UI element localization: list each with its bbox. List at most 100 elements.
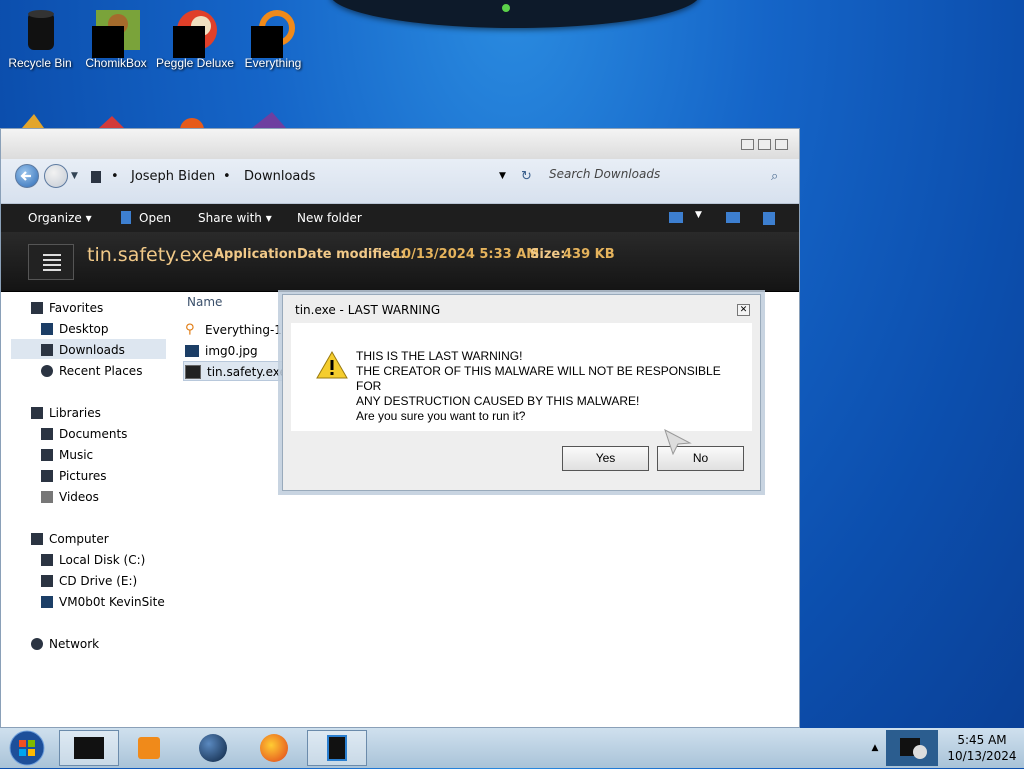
file-row[interactable]: tin.safety.exe bbox=[185, 363, 287, 381]
yes-button[interactable]: Yes bbox=[562, 446, 649, 471]
details-pane: tin.safety.exe Application Date modified… bbox=[1, 232, 799, 292]
clock-date: 10/13/2024 bbox=[947, 749, 1017, 763]
nav-favorites[interactable]: Favorites bbox=[31, 299, 103, 317]
back-button[interactable] bbox=[15, 164, 39, 188]
desktop-icon-label: Recycle Bin bbox=[8, 56, 72, 70]
address-bar: ▼ • Joseph Biden • Downloads ▼ ↻ Search … bbox=[1, 159, 799, 204]
hard-disk-icon bbox=[41, 554, 53, 566]
chomikbox-icon bbox=[92, 6, 140, 58]
column-header-name[interactable]: Name bbox=[187, 295, 222, 309]
peggle-icon bbox=[171, 6, 219, 58]
back-arrow-icon bbox=[20, 171, 31, 181]
preview-pane-icon[interactable] bbox=[726, 212, 740, 223]
app-window-icon bbox=[327, 735, 347, 761]
search-icon[interactable]: ⌕ bbox=[771, 169, 778, 184]
desktop-icon-recycle-bin[interactable]: Recycle Bin bbox=[0, 0, 80, 70]
taskbar-media-player[interactable] bbox=[121, 730, 177, 766]
nav-local-disk[interactable]: Local Disk (C:) bbox=[41, 551, 145, 569]
dialog-message-line: ANY DESTRUCTION CAUSED BY THIS MALWARE! bbox=[356, 394, 640, 408]
view-options-icon[interactable] bbox=[669, 212, 683, 223]
desktop-icons-row-2 bbox=[14, 110, 314, 142]
warning-icon bbox=[316, 351, 348, 379]
search-input[interactable]: Search Downloads bbox=[549, 167, 789, 187]
details-filename: tin.safety.exe bbox=[87, 244, 214, 266]
address-dropdown-icon[interactable]: ▼ bbox=[499, 171, 506, 181]
maximize-button[interactable] bbox=[758, 139, 771, 150]
show-hidden-icons[interactable]: ▲ bbox=[865, 728, 885, 768]
warning-dialog: tin.exe - LAST WARNING ✕ THIS IS THE LAS… bbox=[282, 294, 761, 491]
share-with-button[interactable]: Share with ▾ bbox=[198, 211, 272, 225]
desktop-icon-peggle[interactable]: Peggle Deluxe bbox=[155, 0, 235, 70]
details-size-value: 439 KB bbox=[563, 247, 615, 262]
nav-videos[interactable]: Videos bbox=[41, 488, 99, 506]
status-led bbox=[502, 4, 510, 12]
nav-downloads[interactable]: Downloads bbox=[41, 341, 125, 359]
nav-recent-places[interactable]: Recent Places bbox=[41, 362, 142, 380]
pictures-icon bbox=[41, 470, 53, 482]
desktop-icon-label: ChomikBox bbox=[85, 56, 147, 70]
breadcrumb-separator: • bbox=[111, 169, 119, 184]
dialog-message-line: THIS IS THE LAST WARNING! bbox=[356, 349, 523, 363]
start-button[interactable] bbox=[0, 730, 54, 766]
taskbar-explorer[interactable] bbox=[59, 730, 119, 766]
windows-logo-icon bbox=[9, 730, 45, 766]
new-folder-button[interactable]: New folder bbox=[297, 211, 362, 225]
nav-libraries[interactable]: Libraries bbox=[31, 404, 101, 422]
top-gadget-bar bbox=[330, 0, 700, 28]
firefox-icon bbox=[260, 734, 288, 762]
cd-drive-icon bbox=[41, 575, 53, 587]
nav-music[interactable]: Music bbox=[41, 446, 93, 464]
nav-desktop[interactable]: Desktop bbox=[41, 320, 109, 338]
folder-icon bbox=[91, 171, 101, 183]
organize-button[interactable]: Organize ▾ bbox=[28, 211, 92, 225]
details-size-label: Size: bbox=[530, 247, 566, 262]
window-titlebar[interactable] bbox=[1, 129, 799, 159]
app-icon bbox=[185, 365, 201, 379]
music-icon bbox=[41, 449, 53, 461]
dialog-close-icon[interactable]: ✕ bbox=[737, 304, 750, 316]
desktop-icon-chomikbox[interactable]: ChomikBox bbox=[76, 0, 156, 70]
open-icon bbox=[121, 211, 131, 224]
nav-vm-drive[interactable]: VM0b0t KevinSite bbox=[41, 593, 165, 611]
dialog-message-line: Are you sure you want to run it? bbox=[356, 409, 526, 423]
history-dropdown-icon[interactable]: ▼ bbox=[71, 171, 78, 181]
system-clock[interactable]: 5:45 AM 10/13/2024 bbox=[940, 728, 1024, 768]
network-drive-icon bbox=[41, 596, 53, 608]
taskbar-tin-app[interactable] bbox=[307, 730, 367, 766]
taskbar-browser-globe[interactable] bbox=[185, 730, 241, 766]
minimize-button[interactable] bbox=[741, 139, 754, 150]
globe-icon bbox=[199, 734, 227, 762]
view-dropdown-icon[interactable]: ▼ bbox=[695, 210, 702, 220]
open-button[interactable]: Open bbox=[139, 211, 171, 225]
recent-places-icon bbox=[41, 365, 53, 377]
explorer-icon bbox=[74, 737, 104, 759]
taskbar-firefox[interactable] bbox=[246, 730, 302, 766]
desktop-icon-label: Peggle Deluxe bbox=[155, 56, 235, 70]
computer-icon bbox=[31, 533, 43, 545]
dialog-body: THIS IS THE LAST WARNING! THE CREATOR OF… bbox=[291, 323, 752, 431]
forward-button[interactable] bbox=[44, 164, 68, 188]
breadcrumb-user[interactable]: Joseph Biden bbox=[131, 169, 215, 184]
dialog-title: tin.exe - LAST WARNING bbox=[295, 303, 441, 317]
nav-documents[interactable]: Documents bbox=[41, 425, 127, 443]
libraries-icon bbox=[31, 407, 43, 419]
mouse-cursor-icon bbox=[664, 429, 692, 455]
dialog-message-line: THE CREATOR OF THIS MALWARE WILL NOT BE … bbox=[356, 364, 721, 393]
tray-network-icon[interactable] bbox=[886, 730, 938, 766]
help-icon[interactable] bbox=[763, 212, 775, 225]
file-row[interactable]: ⚲ Everything-1.4 bbox=[185, 321, 293, 339]
refresh-icon[interactable]: ↻ bbox=[521, 169, 532, 184]
nav-network[interactable]: Network bbox=[31, 635, 99, 653]
command-bar: Organize ▾ Open Share with ▾ New folder … bbox=[1, 204, 799, 232]
nav-cd-drive[interactable]: CD Drive (E:) bbox=[41, 572, 137, 590]
clock-time: 5:45 AM bbox=[957, 733, 1007, 747]
desktop-icon-everything[interactable]: Everything bbox=[233, 0, 313, 70]
nav-computer[interactable]: Computer bbox=[31, 530, 109, 548]
breadcrumb-downloads[interactable]: Downloads bbox=[244, 169, 315, 184]
close-button[interactable] bbox=[775, 139, 788, 150]
nav-pictures[interactable]: Pictures bbox=[41, 467, 107, 485]
dialog-message: THIS IS THE LAST WARNING! THE CREATOR OF… bbox=[356, 349, 741, 424]
media-player-icon bbox=[138, 737, 160, 759]
downloads-folder-icon bbox=[41, 344, 53, 356]
file-row[interactable]: img0.jpg bbox=[185, 342, 258, 360]
